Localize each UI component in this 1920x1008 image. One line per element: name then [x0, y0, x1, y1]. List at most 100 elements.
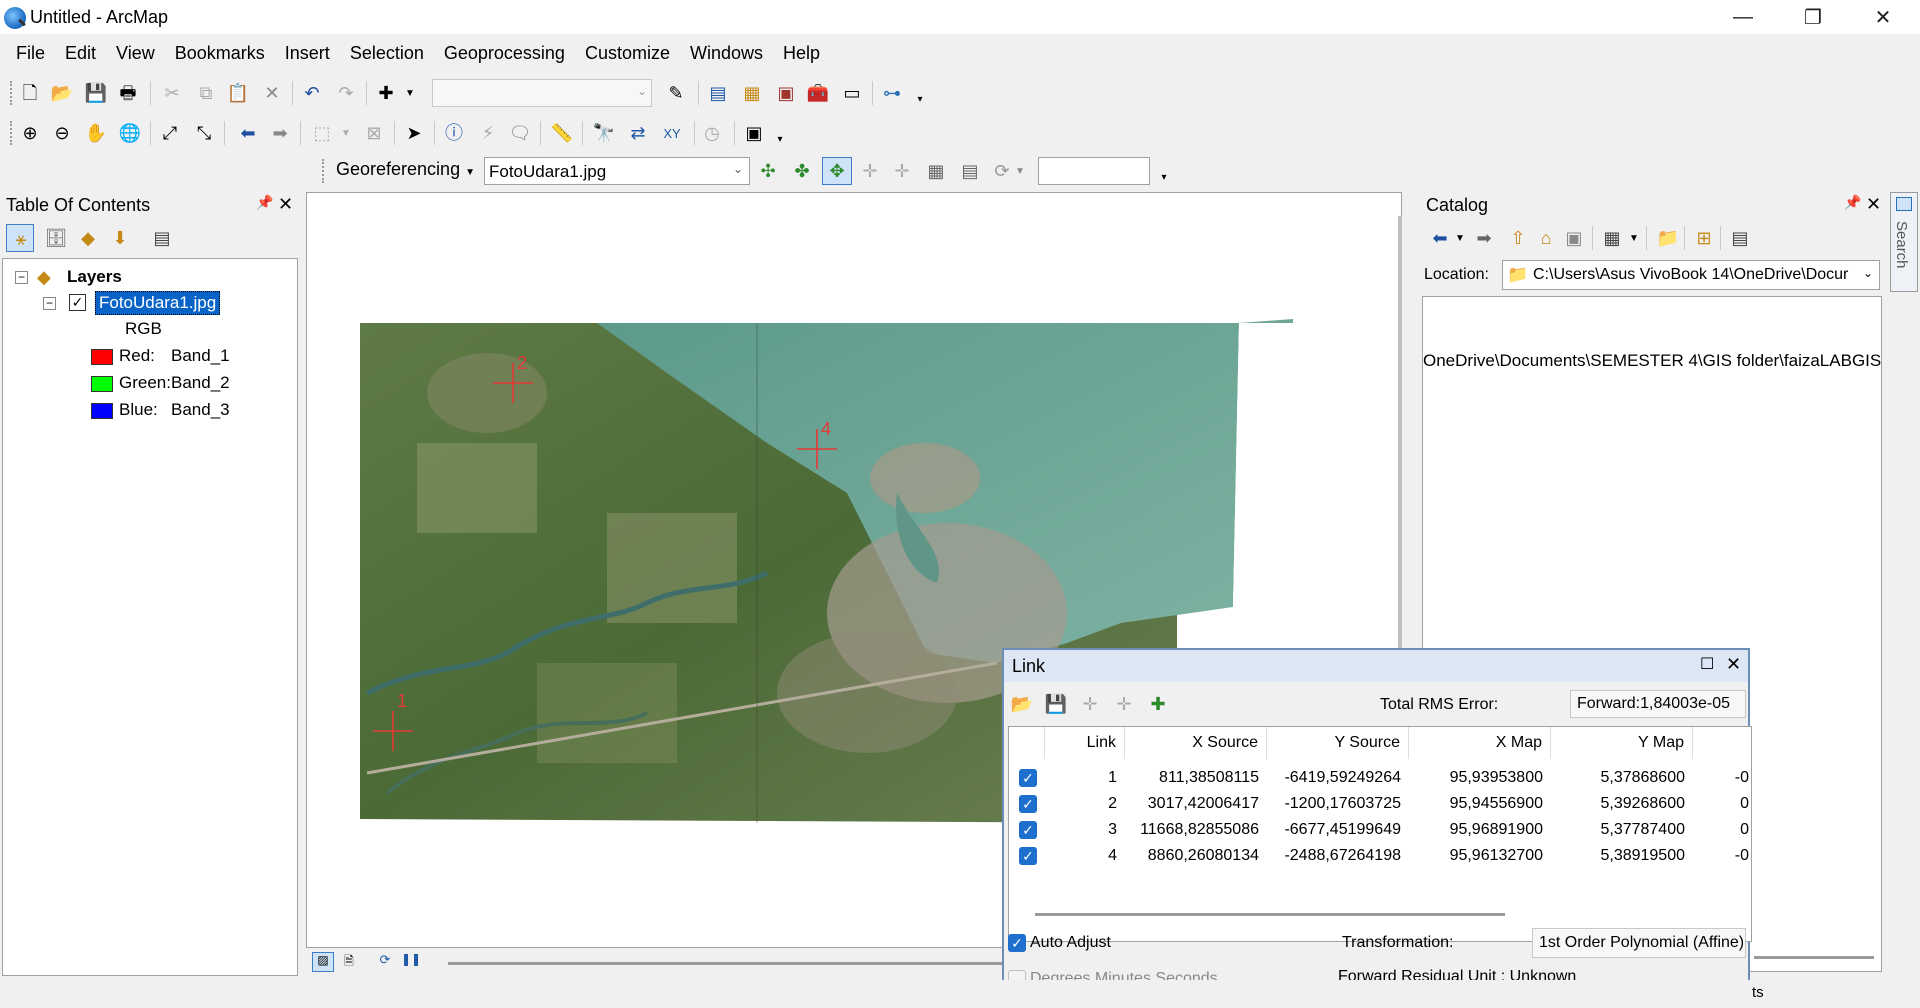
link-4-y-map[interactable]: 5,38919500 [1551, 847, 1685, 865]
catalog-window-icon[interactable]: ▦ [740, 81, 764, 105]
up-one-level-icon[interactable]: ⇧ [1506, 226, 1530, 250]
redo-icon[interactable]: ↷ [334, 81, 358, 105]
location-input[interactable]: 📁 C:\Users\Asus VivoBook 14\OneDrive\Doc… [1502, 260, 1880, 290]
editor-toolbar-icon[interactable]: ✎ [664, 81, 688, 105]
table-of-contents-window-icon[interactable]: ▤ [706, 81, 730, 105]
select-link-icon[interactable]: ✛ [1078, 692, 1102, 716]
toolbar-grip[interactable] [322, 159, 326, 183]
list-by-visibility-icon[interactable]: ◆ [76, 226, 100, 250]
delete-icon[interactable]: ✕ [260, 81, 284, 105]
column-header-y-source[interactable]: Y Source [1267, 727, 1409, 759]
link-3-y-map[interactable]: 5,37787400 [1551, 821, 1685, 839]
column-header-y-map[interactable]: Y Map [1551, 727, 1693, 759]
cut-icon[interactable]: ✂ [160, 81, 184, 105]
options-icon[interactable]: ▤ [150, 226, 174, 250]
identify-icon[interactable]: ⓘ [442, 121, 466, 145]
scale-combobox[interactable]: ⌄ [432, 79, 652, 107]
select-features-icon[interactable]: ⬚ [310, 121, 334, 145]
zoom-in-icon[interactable]: ⊕ [18, 121, 42, 145]
list-by-selection-icon[interactable]: ⬇ [108, 226, 132, 250]
georef-layer-select[interactable]: FotoUdara1.jpg ⌄ [484, 157, 750, 185]
menu-help[interactable]: Help [773, 38, 830, 70]
go-back-icon[interactable]: ⬅ [236, 121, 260, 145]
back-icon[interactable]: ⬅ [1428, 226, 1452, 250]
map-horizontal-scrollbar[interactable] [448, 962, 1008, 965]
html-popup-icon[interactable]: 🗨 [508, 121, 532, 145]
find-icon[interactable]: 🔭 [592, 121, 616, 145]
time-slider-icon[interactable]: ◷ [700, 121, 724, 145]
layer-name[interactable]: FotoUdara1.jpg [95, 291, 221, 315]
link-3-x-source[interactable]: 11668,82855086 [1125, 821, 1259, 839]
link-2-checkbox[interactable]: ✓ [1019, 795, 1037, 813]
arctoolbox-icon[interactable]: 🧰 [806, 81, 830, 105]
menu-file[interactable]: File [0, 38, 55, 70]
create-viewer-window-icon[interactable]: ▣ [742, 121, 766, 145]
select-link-icon[interactable]: ✛ [858, 159, 882, 183]
connect-folder-icon[interactable]: ▣ [1562, 226, 1586, 250]
menu-bookmarks[interactable]: Bookmarks [165, 38, 275, 70]
link-4-y-source[interactable]: -2488,67264198 [1267, 847, 1401, 865]
link-2-x-source[interactable]: 3017,42006417 [1125, 795, 1259, 813]
hyperlink-icon[interactable]: ⚡ [476, 121, 500, 145]
maximize-icon[interactable]: ☐ [1700, 654, 1714, 674]
auto-adjust-checkbox[interactable]: ✓ [1008, 934, 1026, 952]
toolbar-grip[interactable] [10, 121, 14, 145]
select-features-dropdown-icon[interactable]: ▼ [340, 124, 352, 142]
link-1-x-map[interactable]: 95,93953800 [1409, 769, 1543, 787]
link-4-x-map[interactable]: 95,96132700 [1409, 847, 1543, 865]
measure-icon[interactable]: 📏 [550, 121, 574, 145]
link-table-hscrollbar[interactable] [1035, 913, 1505, 916]
view-link-table-icon[interactable]: ▤ [958, 159, 982, 183]
new-document-icon[interactable]: 🗋 [18, 81, 42, 105]
toolbar-options-icon[interactable]: ▾ [774, 130, 786, 148]
paste-icon[interactable]: 📋 [226, 81, 250, 105]
link-1-y-map[interactable]: 5,37868600 [1551, 769, 1685, 787]
menu-geoprocessing[interactable]: Geoprocessing [434, 38, 575, 70]
forward-icon[interactable]: ➡ [1472, 226, 1496, 250]
data-view-button[interactable]: ▨ [312, 952, 334, 972]
menu-selection[interactable]: Selection [340, 38, 434, 70]
column-header-link[interactable]: Link [1045, 727, 1125, 759]
collapse-layers-icon[interactable]: − [15, 271, 28, 284]
undo-icon[interactable]: ↶ [300, 81, 324, 105]
column-header-x-map[interactable]: X Map [1409, 727, 1551, 759]
toolbar-grip[interactable] [10, 81, 14, 105]
layout-view-button[interactable]: 🗎 [338, 952, 360, 972]
link-2-x-map[interactable]: 95,94556900 [1409, 795, 1543, 813]
copy-icon[interactable]: ⧉ [194, 81, 218, 105]
find-route-icon[interactable]: ⇄ [626, 121, 650, 145]
views-icon[interactable]: ▦ [1600, 226, 1624, 250]
menu-windows[interactable]: Windows [680, 38, 773, 70]
pan-icon[interactable]: ✋ [84, 121, 108, 145]
go-to-xy-icon[interactable]: XY [660, 121, 684, 145]
link-1-checkbox[interactable]: ✓ [1019, 769, 1037, 787]
link-2-y-map[interactable]: 5,39268600 [1551, 795, 1685, 813]
fixed-zoom-out-icon[interactable]: ⤡ [192, 121, 216, 145]
clear-selection-icon[interactable]: ⊠ [362, 121, 386, 145]
pause-drawing-icon[interactable]: ❚❚ [400, 952, 422, 972]
rotate-tool-icon[interactable]: ⟳ [990, 159, 1014, 183]
save-icon[interactable]: 💾 [84, 81, 108, 105]
layer-visibility-checkbox[interactable]: ✓ [69, 294, 86, 311]
open-icon[interactable]: 📂 [50, 81, 74, 105]
zoom-out-icon[interactable]: ⊖ [50, 121, 74, 145]
catalog-options-icon[interactable]: ▤ [1728, 226, 1752, 250]
list-by-source-icon[interactable]: 🗄 [44, 226, 68, 250]
new-folder-icon[interactable]: 📁 [1656, 226, 1680, 250]
list-by-drawing-order-button[interactable]: ⚹ [6, 224, 34, 252]
search-side-tab[interactable]: Search [1890, 192, 1918, 292]
shift-icon[interactable]: ✤ [790, 159, 814, 183]
delete-link-icon[interactable]: ✚ [1146, 692, 1170, 716]
pin-icon[interactable]: 📌 [1844, 194, 1861, 211]
toggle-contents-icon[interactable]: ⊞ [1692, 226, 1716, 250]
full-extent-icon[interactable]: 🌐 [118, 121, 142, 145]
transformation-select[interactable]: 1st Order Polynomial (Affine) [1532, 928, 1746, 958]
zoom-to-link-icon[interactable]: ✛ [890, 159, 914, 183]
load-links-icon[interactable]: 📂 [1010, 692, 1034, 716]
select-elements-icon[interactable]: ➤ [402, 121, 426, 145]
link-4-checkbox[interactable]: ✓ [1019, 847, 1037, 865]
add-data-icon[interactable]: ✚ [374, 81, 398, 105]
link-3-x-map[interactable]: 95,96891900 [1409, 821, 1543, 839]
rotate-dropdown-icon[interactable]: ▼ [1014, 162, 1026, 180]
delete-link-icon[interactable]: ▦ [924, 159, 948, 183]
